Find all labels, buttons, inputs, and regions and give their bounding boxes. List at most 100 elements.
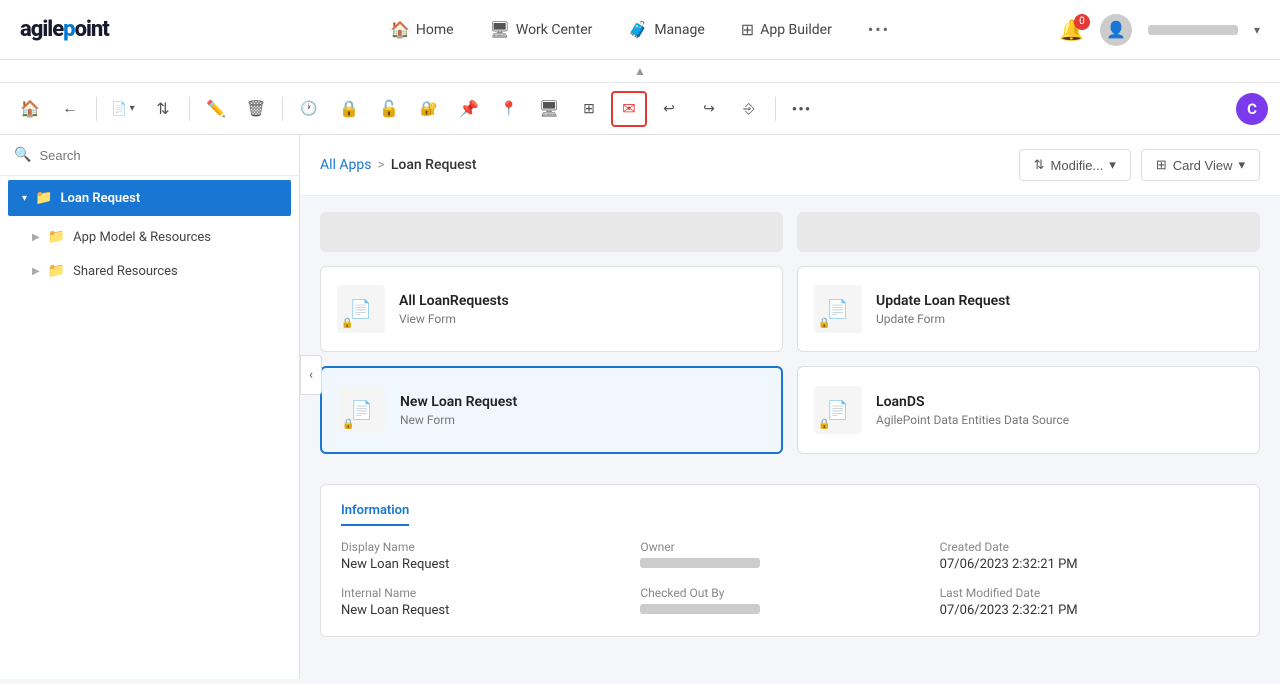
toolbar-grid-button[interactable]: ⊞ [571, 91, 607, 127]
panel-toggle-button[interactable]: ‹ [300, 355, 322, 395]
nav-manage[interactable]: 🧳 Manage [614, 12, 718, 47]
sidebar-item-shared-resources[interactable]: ▶ 📁 Shared Resources [0, 254, 299, 288]
user-avatar: 👤 [1100, 14, 1132, 46]
notifications-button[interactable]: 🔔 0 [1059, 18, 1084, 42]
cards-row-2: 📄 🔒 New Loan Request New Form 📄 🔒 [320, 366, 1260, 454]
card-subtitle-2: Update Form [876, 312, 1010, 326]
card-update-loan-request[interactable]: 📄 🔒 Update Loan Request Update Form [797, 266, 1260, 352]
toolbar-back-button[interactable]: ← [52, 91, 88, 127]
home-icon: 🏠 [390, 20, 410, 39]
toolbar-lock-button[interactable]: 🔒 [331, 91, 367, 127]
sidebar-item-loan-request[interactable]: ▾ 📁 Loan Request [8, 180, 291, 216]
nav-more-button[interactable]: ••• [854, 12, 904, 47]
collapse-bar[interactable]: ▲ [0, 60, 1280, 83]
toolbar-screen-button[interactable]: 🖥 [531, 91, 567, 127]
logo-text: agilepoint [20, 17, 109, 42]
toolbar-circle-button[interactable]: C [1236, 93, 1268, 125]
toolbar-history-button[interactable]: 🕐 [291, 91, 327, 127]
sort-chevron-icon: ▾ [1109, 157, 1116, 173]
nav-manage-label: Manage [654, 22, 704, 38]
sort-button[interactable]: ⇅ Modifie... ▾ [1019, 149, 1131, 181]
card-title-2: Update Loan Request [876, 293, 1010, 309]
skeleton-card-2 [797, 212, 1260, 252]
cards-area: 📄 🔒 All LoanRequests View Form 📄 🔒 [300, 196, 1280, 484]
main-layout: 🔍 ▾ 📁 Loan Request ▶ 📁 App Model & Resou… [0, 135, 1280, 679]
card-content-1: All LoanRequests View Form [399, 293, 509, 326]
info-tab[interactable]: Information [341, 503, 409, 526]
content-area: ‹ All Apps > Loan Request ⇅ Modifie... ▾… [300, 135, 1280, 679]
toolbar-sort-button[interactable]: ⇅ [145, 91, 181, 127]
briefcase-icon: 🧳 [628, 20, 648, 39]
view-button[interactable]: ⊞ Card View ▾ [1141, 149, 1260, 181]
card-icon-3: 📄 🔒 [338, 386, 386, 434]
toolbar-location-button[interactable]: 📍 [491, 91, 527, 127]
toolbar-forward-button[interactable]: ↪ [691, 91, 727, 127]
toolbar-lockalt-button[interactable]: 🔐 [411, 91, 447, 127]
info-label-created-date: Created Date [940, 540, 1239, 554]
card-new-loan-request[interactable]: 📄 🔒 New Loan Request New Form [320, 366, 783, 454]
nav-appbuilder-label: App Builder [760, 22, 832, 38]
breadcrumb-separator: > [378, 157, 385, 173]
nav-home[interactable]: 🏠 Home [376, 12, 468, 47]
card-icon-container-1: 📄 🔒 [337, 285, 385, 333]
card-loands[interactable]: 📄 🔒 LoanDS AgilePoint Data Entities Data… [797, 366, 1260, 454]
breadcrumb-parent[interactable]: All Apps [320, 157, 372, 173]
sidebar-item-app-model[interactable]: ▶ 📁 App Model & Resources [0, 220, 299, 254]
info-field-created-date: Created Date 07/06/2023 2:32:21 PM [940, 540, 1239, 572]
sidebar-sub-label-2: Shared Resources [73, 264, 178, 279]
nav-workcenter-label: Work Center [516, 22, 593, 38]
card-all-loan-requests[interactable]: 📄 🔒 All LoanRequests View Form [320, 266, 783, 352]
view-label: Card View [1173, 158, 1233, 173]
user-menu-chevron[interactable]: ▾ [1254, 23, 1260, 37]
skeleton-card-1 [320, 212, 783, 252]
monitor-icon: 🖥 [490, 20, 510, 39]
toolbar-divider-3 [282, 97, 283, 121]
toolbar-reply-button[interactable]: ↩ [651, 91, 687, 127]
info-label-owner: Owner [640, 540, 939, 554]
toolbar-delete-button[interactable]: 🗑 [238, 91, 274, 127]
toolbar-unlock-button[interactable]: 🔓 [371, 91, 407, 127]
card-content-2: Update Loan Request Update Form [876, 293, 1010, 326]
breadcrumb: All Apps > Loan Request [320, 157, 477, 173]
header-actions: ⇅ Modifie... ▾ ⊞ Card View ▾ [1019, 149, 1260, 181]
toolbar-home-button[interactable]: 🏠 [12, 91, 48, 127]
sidebar-sub-chevron-icon: ▶ [32, 232, 40, 243]
nav-appbuilder[interactable]: ⊞ App Builder [727, 12, 846, 47]
more-dots-icon: ••• [868, 20, 890, 39]
search-icon: 🔍 [14, 147, 31, 163]
nav-workcenter[interactable]: 🖥 Work Center [476, 12, 607, 47]
card-icon-1: 📄 🔒 [337, 285, 385, 333]
toolbar-pin-button[interactable]: 📌 [451, 91, 487, 127]
card-icon-container-2: 📄 🔒 [814, 285, 862, 333]
sidebar-item-label: Loan Request [60, 191, 140, 206]
toolbar-edit-button[interactable]: ✏️ [198, 91, 234, 127]
sidebar-sub-chevron-icon-2: ▶ [32, 266, 40, 277]
toolbar-divider-4 [775, 97, 776, 121]
toolbar-more-button[interactable]: ••• [784, 91, 820, 127]
info-field-owner: Owner [640, 540, 939, 572]
toolbar-new-button[interactable]: 📄▾ [105, 91, 141, 127]
logo: agilepoint [20, 17, 109, 42]
card-icon-container-3: 📄 🔒 [338, 386, 386, 434]
sort-label: Modifie... [1051, 158, 1104, 173]
nav-items: 🏠 Home 🖥 Work Center 🧳 Manage ⊞ App Buil… [376, 12, 904, 47]
cards-row-1: 📄 🔒 All LoanRequests View Form 📄 🔒 [320, 266, 1260, 352]
content-header: All Apps > Loan Request ⇅ Modifie... ▾ ⊞… [300, 135, 1280, 196]
info-value-owner-blurred [640, 558, 760, 568]
form-icon-4: 📄 [827, 400, 849, 421]
toolbar-email-button[interactable]: ✉ [611, 91, 647, 127]
info-field-display-name: Display Name New Loan Request [341, 540, 640, 572]
form-icon-1: 📄 [350, 299, 372, 320]
form-icon-3: 📄 [351, 400, 373, 421]
sort-icon: ⇅ [1034, 157, 1045, 173]
search-input[interactable] [39, 148, 285, 163]
info-panel: Information Display Name New Loan Reques… [320, 484, 1260, 637]
info-field-checked-out-by: Checked Out By [640, 586, 939, 618]
card-content-4: LoanDS AgilePoint Data Entities Data Sou… [876, 394, 1069, 427]
nav-home-label: Home [416, 22, 454, 38]
person-icon: 👤 [1106, 20, 1126, 39]
sidebar-sub-label-1: App Model & Resources [73, 230, 211, 245]
notif-badge: 0 [1074, 14, 1090, 30]
card-title-4: LoanDS [876, 394, 1069, 410]
toolbar-signin-button[interactable]: ⎆ [731, 91, 767, 127]
